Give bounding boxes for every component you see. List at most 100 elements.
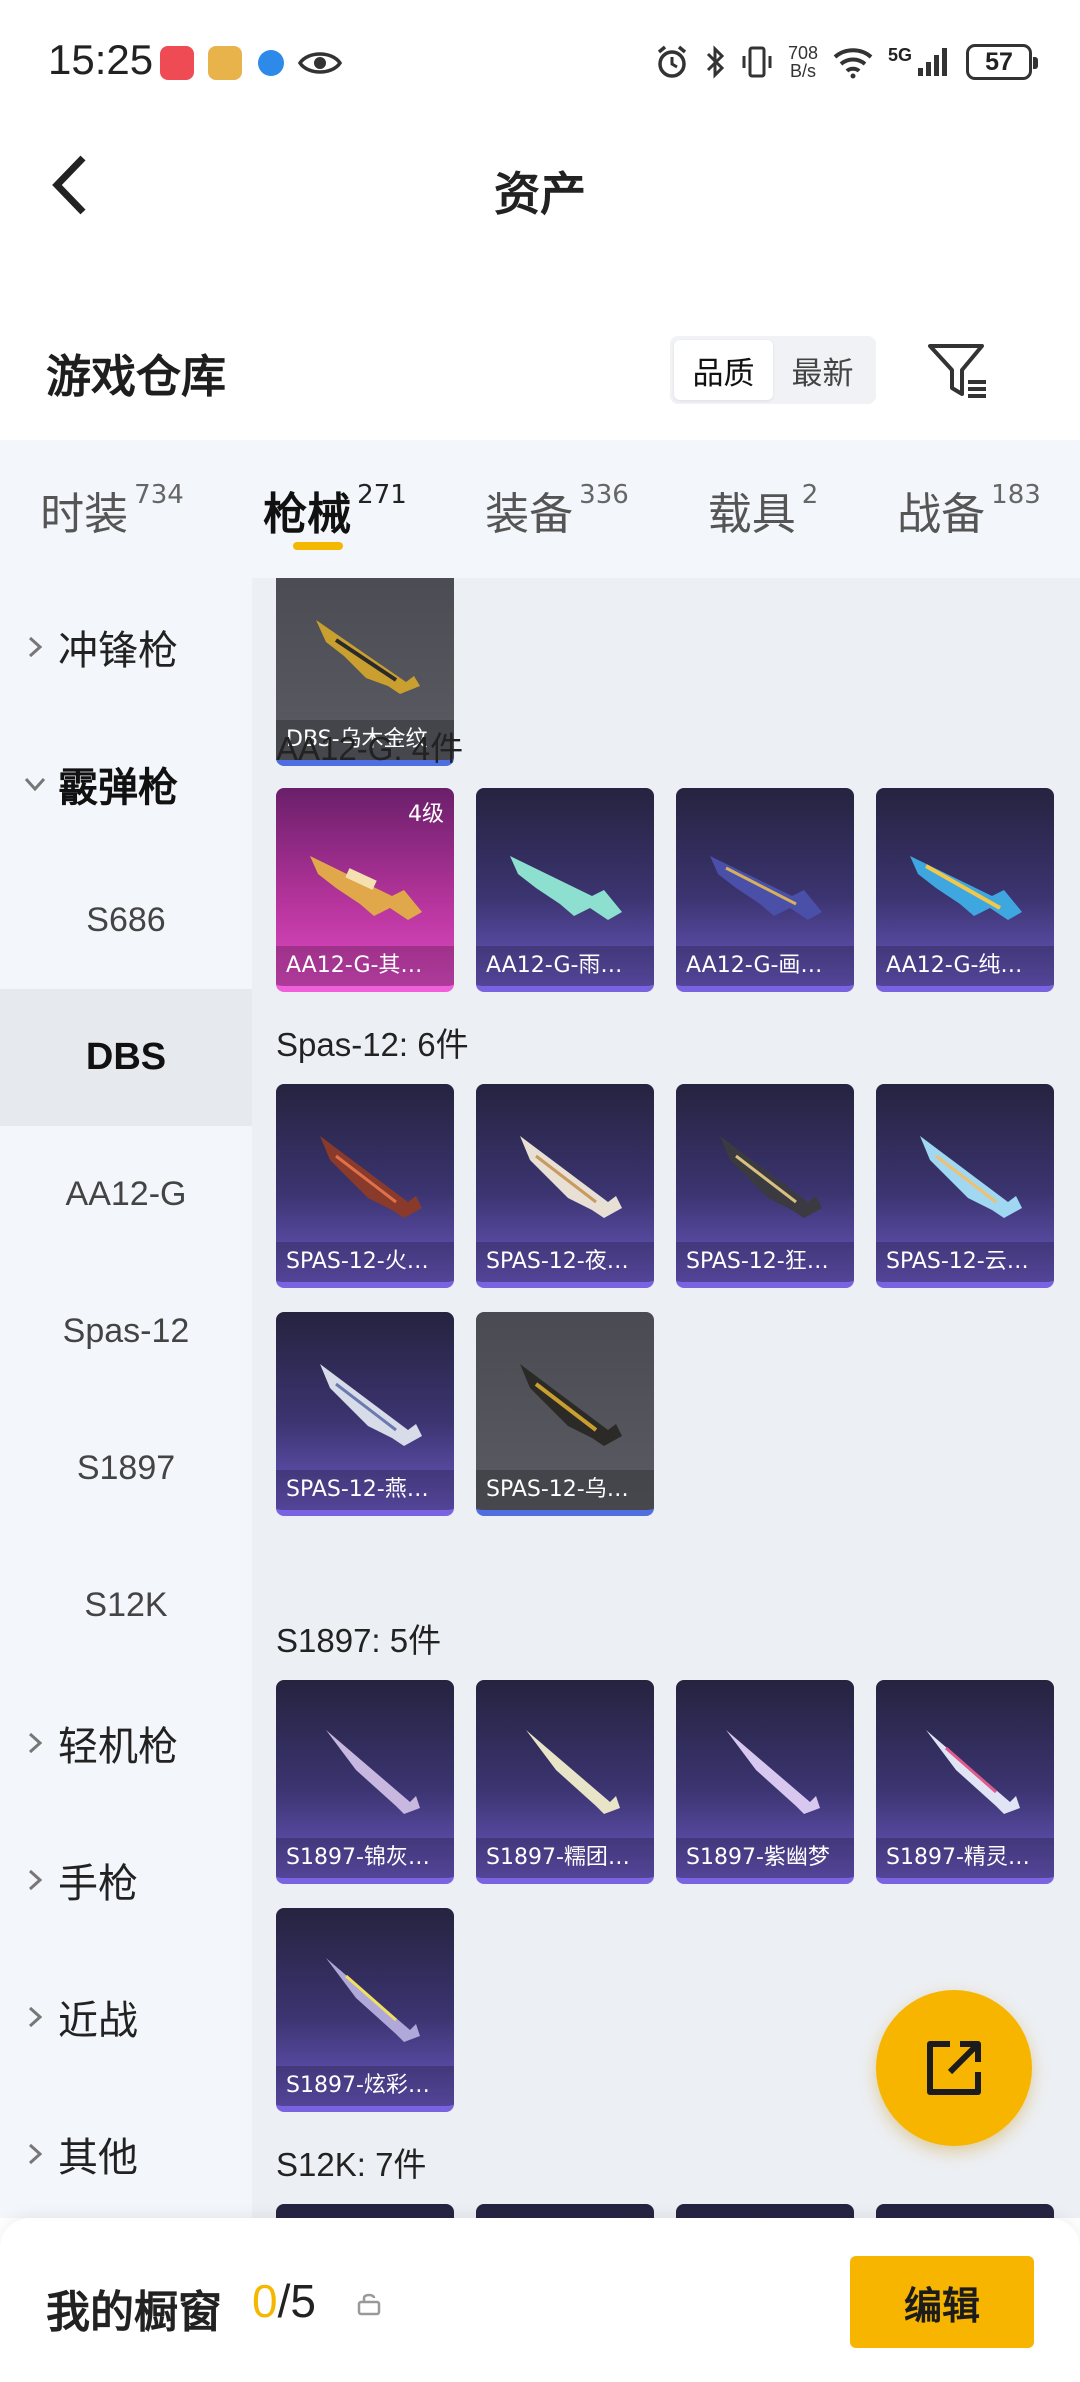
notification-app-icon-gold — [208, 46, 242, 80]
shotgun-icon — [326, 1958, 420, 2042]
sidebar-item-label: S686 — [86, 901, 166, 939]
sidebar-item-label: 其他 — [58, 2134, 138, 2181]
shotgun-icon — [320, 1364, 422, 1446]
group-title-spas12: Spas-12: 6件 — [276, 1026, 469, 1063]
shotgun-icon — [720, 1136, 822, 1218]
weapon-skin-card[interactable] — [876, 2204, 1054, 2218]
network-type: 5G — [887, 44, 912, 65]
showcase-capacity: /5 — [277, 2275, 316, 2327]
weapon-skin-name: AA12-G-纯… — [876, 946, 1054, 986]
tab-count: 734 — [134, 480, 184, 510]
weapon-skin-name: SPAS-12-夜… — [476, 1242, 654, 1282]
sidebar-item-label: S1897 — [76, 1449, 176, 1487]
chevron-right-icon — [28, 1732, 42, 1753]
signal-icon — [918, 48, 947, 76]
weapon-skin-card[interactable]: 4级 AA12-G-其… — [276, 788, 454, 992]
edit-button[interactable]: 编辑 — [850, 2256, 1034, 2348]
shotgun-icon — [320, 1136, 422, 1218]
weapon-skin-card[interactable]: AA12-G-雨… — [476, 788, 654, 992]
tab-label: 时装 — [40, 489, 129, 540]
sidebar-item-label: Spas-12 — [62, 1312, 190, 1350]
weapon-skin-name: S1897-紫幽梦 — [676, 1838, 854, 1878]
tab-vehicles[interactable]: 载具 2 — [668, 440, 858, 578]
weapon-skin-name: SPAS-12-云… — [876, 1242, 1054, 1282]
weapon-skin-card[interactable]: SPAS-12-云… — [876, 1084, 1054, 1288]
active-tab-indicator — [293, 542, 343, 550]
sidebar-item-label: 手枪 — [58, 1860, 138, 1907]
sidebar-item-aa12g[interactable]: AA12-G — [0, 1126, 252, 1263]
chevron-right-icon — [28, 1869, 42, 1890]
sidebar-item-pistol[interactable]: 手枪 — [0, 1811, 252, 1948]
weapon-skin-card[interactable]: AA12-G-纯… — [876, 788, 1054, 992]
sidebar-item-lmg[interactable]: 轻机枪 — [0, 1674, 252, 1811]
showcase-count: 0/5 — [252, 2274, 316, 2328]
sidebar-item-dbs[interactable]: DBS — [0, 989, 252, 1126]
weapon-skin-name: AA12-G-其… — [276, 946, 454, 986]
weapon-skin-card[interactable]: S1897-精灵… — [876, 1680, 1054, 1884]
weapon-skin-card[interactable] — [276, 2204, 454, 2218]
weapon-skin-card[interactable]: SPAS-12-乌… — [476, 1312, 654, 1516]
alarm-icon — [657, 45, 687, 78]
tab-label: 装备 — [485, 489, 574, 540]
sidebar-item-shotgun[interactable]: 霰弹枪 — [0, 715, 252, 852]
sidebar-item-s12k[interactable]: S12K — [0, 1537, 252, 1674]
tab-gear[interactable]: 战备 183 — [858, 440, 1080, 578]
status-time: 15:25 — [48, 36, 154, 83]
sidebar-item-s1897[interactable]: S1897 — [0, 1400, 252, 1537]
tab-count: 271 — [357, 480, 407, 510]
share-button[interactable] — [876, 1990, 1032, 2146]
sidebar-item-spas12[interactable]: Spas-12 — [0, 1263, 252, 1400]
weapon-skin-card[interactable]: S1897-紫幽梦 — [676, 1680, 854, 1884]
weapon-skin-name: S1897-精灵… — [876, 1838, 1054, 1878]
weapon-skin-card[interactable]: SPAS-12-火… — [276, 1084, 454, 1288]
sidebar-item-melee[interactable]: 近战 — [0, 1948, 252, 2085]
shotgun-icon — [326, 1730, 420, 1814]
filter-icon — [928, 344, 986, 398]
sort-newest-button[interactable]: 最新 — [773, 340, 872, 400]
wifi-icon — [833, 48, 873, 79]
filter-button[interactable] — [926, 338, 992, 404]
notification-app-icon-globe — [258, 50, 284, 76]
sort-quality-button[interactable]: 品质 — [674, 340, 773, 400]
status-right: 708 B/s 5G 57 — [654, 38, 1038, 86]
vibrate-icon — [742, 46, 772, 78]
weapon-skin-name: SPAS-12-燕… — [276, 1470, 454, 1510]
tab-label: 载具 — [707, 489, 796, 540]
weapon-skin-card[interactable]: S1897-锦灰… — [276, 1680, 454, 1884]
weapon-skin-name: SPAS-12-火… — [276, 1242, 454, 1282]
weapon-skin-card[interactable] — [676, 2204, 854, 2218]
weapon-skin-card[interactable]: SPAS-12-夜… — [476, 1084, 654, 1288]
sidebar-item-other[interactable]: 其他 — [0, 2085, 252, 2218]
tab-firearms[interactable]: 枪械 271 — [224, 440, 446, 578]
tab-equipment[interactable]: 装备 336 — [446, 440, 668, 578]
battery-indicator: 57 — [966, 44, 1038, 80]
category-tabs: 时装 734 枪械 271 装备 336 载具 2 战备 183 — [0, 440, 1080, 578]
tab-count: 336 — [579, 480, 629, 510]
sidebar-item-label: 轻机枪 — [58, 1723, 178, 1770]
sidebar-item-label: S12K — [84, 1586, 168, 1624]
tab-outfit[interactable]: 时装 734 — [0, 440, 224, 578]
weapon-skin-card[interactable]: S1897-炫彩… — [276, 1908, 454, 2112]
sort-toggle: 品质 最新 — [670, 336, 876, 404]
sidebar-item-s686[interactable]: S686 — [0, 852, 252, 989]
eye-icon — [298, 52, 342, 74]
weapon-skin-card[interactable]: SPAS-12-燕… — [276, 1312, 454, 1516]
weapon-skin-card[interactable]: AA12-G-画… — [676, 788, 854, 992]
sidebar-item-label: 冲锋枪 — [58, 627, 178, 674]
warehouse-title: 游戏仓库 — [46, 350, 227, 403]
shotgun-icon — [926, 1730, 1020, 1814]
weapon-skin-name: S1897-炫彩… — [276, 2066, 454, 2106]
sidebar-item-smg[interactable]: 冲锋枪 — [0, 578, 252, 715]
rifle-icon — [910, 856, 1022, 920]
tab-count: 2 — [801, 480, 819, 510]
weapon-skin-name: S1897-糯团… — [476, 1838, 654, 1878]
shotgun-icon — [520, 1136, 622, 1218]
weapon-skin-card[interactable]: S1897-糯团… — [476, 1680, 654, 1884]
shotgun-icon — [726, 1730, 820, 1814]
weapon-skin-card[interactable] — [476, 2204, 654, 2218]
showcase-title: 我的橱窗 — [46, 2287, 222, 2338]
chevron-right-icon — [28, 636, 42, 657]
showcase-current: 0 — [252, 2275, 278, 2327]
weapon-skin-card[interactable]: SPAS-12-狂… — [676, 1084, 854, 1288]
sidebar-item-label: 近战 — [58, 1997, 138, 2044]
